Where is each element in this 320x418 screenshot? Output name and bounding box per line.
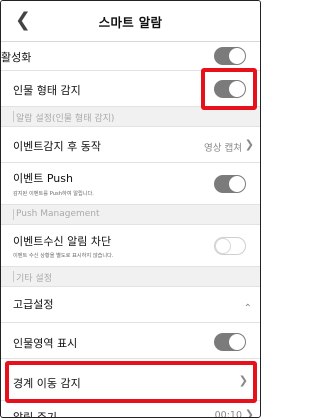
alarm-cycle-row[interactable]: 알림 주기 00:10 ❯ xyxy=(1,401,260,418)
person-area-label: 인물영역 표시 xyxy=(13,337,78,350)
chevron-right-icon: ❯ xyxy=(244,138,254,151)
activation-label: 활성화 xyxy=(1,51,32,64)
phone-screen: ❮ 스마트 알람 활성화 인물 형태 감지 알람 설정(인물 형태 감지) 이벤… xyxy=(0,0,261,418)
event-push-toggle[interactable] xyxy=(214,175,246,193)
block-alarm-desc: 이벤트 수신 상황을 별도로 표시하지 않습니다. xyxy=(13,253,114,259)
alarm-cycle-value: 00:10 xyxy=(214,410,242,418)
advanced-row[interactable]: 고급설정 ⌃ xyxy=(1,287,260,323)
block-alarm-label: 이벤트수신 알림 차단 xyxy=(13,235,112,248)
section-divider xyxy=(13,209,14,220)
toggle-knob xyxy=(229,176,245,192)
event-push-row: 이벤트 Push 감지된 이벤트를 Push하여 알립니다. xyxy=(1,163,260,205)
page-title: 스마트 알람 xyxy=(98,15,163,30)
section-divider xyxy=(13,271,14,282)
highlight-boundary-row xyxy=(5,361,257,403)
toggle-knob xyxy=(215,238,231,254)
block-alarm-toggle[interactable] xyxy=(214,237,246,255)
section-label: 기타 설정 xyxy=(16,274,52,284)
advanced-label: 고급설정 xyxy=(13,298,54,311)
section-label: Push Management xyxy=(16,209,100,219)
person-detect-label: 인물 형태 감지 xyxy=(13,84,81,97)
after-event-label: 이벤트감지 후 동작 xyxy=(13,140,101,153)
title-bar: ❮ 스마트 알람 xyxy=(1,1,260,42)
person-area-toggle[interactable] xyxy=(214,333,246,351)
activation-toggle[interactable] xyxy=(214,47,246,65)
person-area-row: 인물영역 표시 xyxy=(1,323,260,359)
section-alarm-settings: 알람 설정(인물 형태 감지) xyxy=(1,107,260,127)
block-alarm-row: 이벤트수신 알림 차단 이벤트 수신 상황을 별도로 표시하지 않습니다. xyxy=(1,225,260,267)
highlight-person-detect-toggle xyxy=(201,68,257,110)
section-push-management: Push Management xyxy=(1,205,260,225)
section-other-settings: 기타 설정 xyxy=(1,267,260,287)
after-event-row[interactable]: 이벤트감지 후 동작 영상 캡쳐 ❯ xyxy=(1,127,260,163)
after-event-value: 영상 캡쳐 xyxy=(204,143,242,154)
activation-row: 활성화 xyxy=(1,41,260,71)
section-label: 알람 설정(인물 형태 감지) xyxy=(16,114,115,124)
event-push-label: 이벤트 Push xyxy=(13,172,73,185)
alarm-cycle-label: 알림 주기 xyxy=(13,411,57,418)
toggle-knob xyxy=(229,334,245,350)
toggle-knob xyxy=(229,48,245,64)
chevron-up-icon[interactable]: ⌃ xyxy=(244,303,252,314)
section-divider xyxy=(13,111,14,122)
chevron-right-icon: ❯ xyxy=(244,408,254,418)
event-push-desc: 감지된 이벤트를 Push하여 알립니다. xyxy=(13,191,94,197)
